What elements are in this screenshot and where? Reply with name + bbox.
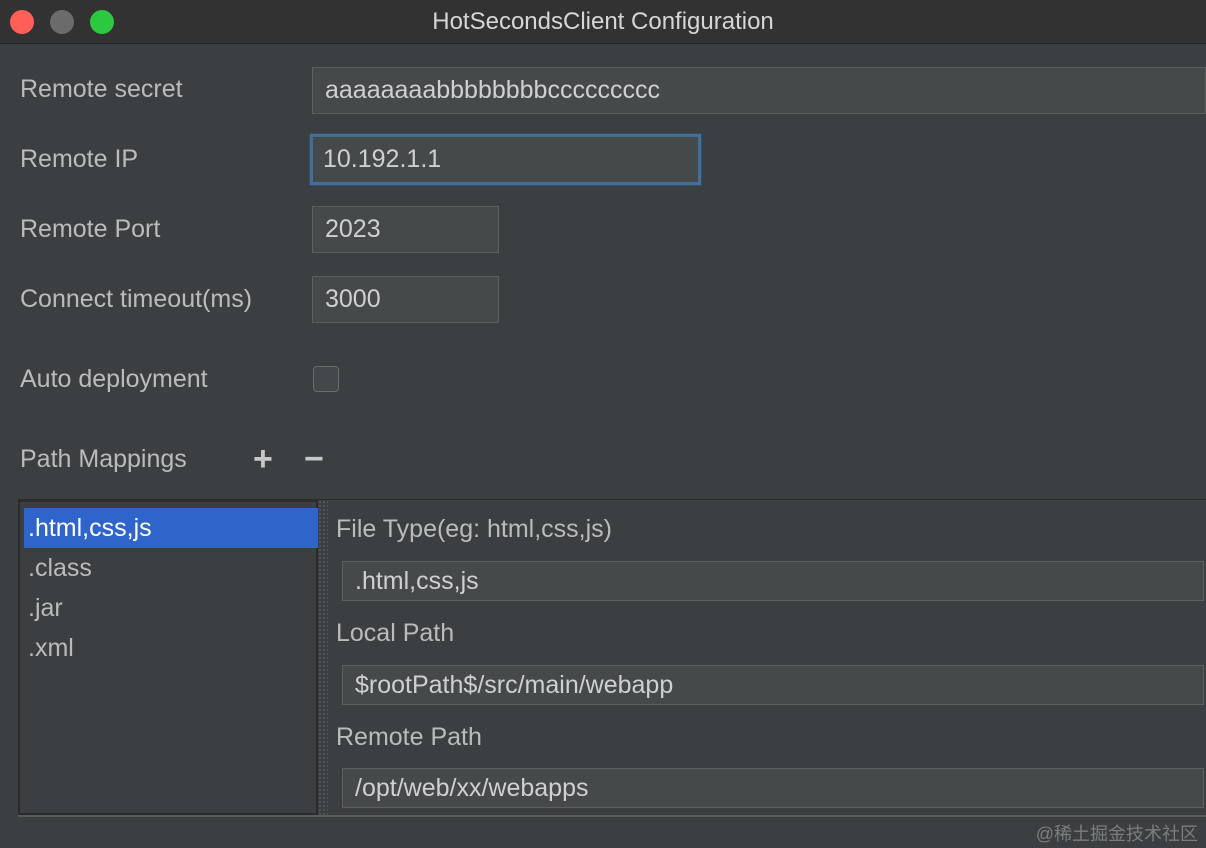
file-type-label: File Type(eg: html,css,js) <box>336 515 613 543</box>
auto-deployment-label: Auto deployment <box>20 365 208 393</box>
mapping-item-xml[interactable]: .xml <box>24 628 318 668</box>
remote-secret-label: Remote secret <box>20 75 183 103</box>
connect-timeout-label: Connect timeout(ms) <box>20 285 253 313</box>
remove-mapping-button[interactable]: − <box>304 441 324 477</box>
remote-path-label: Remote Path <box>336 723 482 751</box>
window-title: HotSecondsClient Configuration <box>432 8 774 35</box>
mapping-item-jar[interactable]: .jar <box>24 588 318 628</box>
title-bar: HotSecondsClient Configuration <box>0 0 1206 44</box>
add-mapping-button[interactable]: + <box>253 441 273 477</box>
local-path-label: Local Path <box>336 619 455 647</box>
remote-ip-field[interactable]: 10.192.1.1 <box>310 134 701 185</box>
connect-timeout-field[interactable]: 3000 <box>312 276 499 323</box>
mapping-item-class[interactable]: .class <box>24 548 318 588</box>
mapping-item-html-css-js[interactable]: .html,css,js <box>24 508 318 548</box>
remote-port-label: Remote Port <box>20 215 161 243</box>
auto-deployment-checkbox[interactable] <box>313 366 339 392</box>
bottom-divider <box>18 815 1206 817</box>
local-path-field[interactable]: $rootPath$/src/main/webapp <box>342 665 1204 705</box>
remote-path-field[interactable]: /opt/web/xx/webapps <box>342 768 1204 808</box>
path-mappings-label: Path Mappings <box>20 445 187 473</box>
remote-ip-label: Remote IP <box>20 145 139 173</box>
watermark: @稀土掘金技术社区 <box>1035 824 1198 844</box>
remote-secret-field[interactable]: aaaaaaaabbbbbbbbccccccccc <box>312 67 1206 114</box>
remote-port-field[interactable]: 2023 <box>312 206 499 253</box>
file-type-field[interactable]: .html,css,js <box>342 561 1204 601</box>
panel-splitter[interactable] <box>318 500 328 815</box>
mapping-list[interactable]: .html,css,js .class .jar .xml <box>18 500 318 815</box>
